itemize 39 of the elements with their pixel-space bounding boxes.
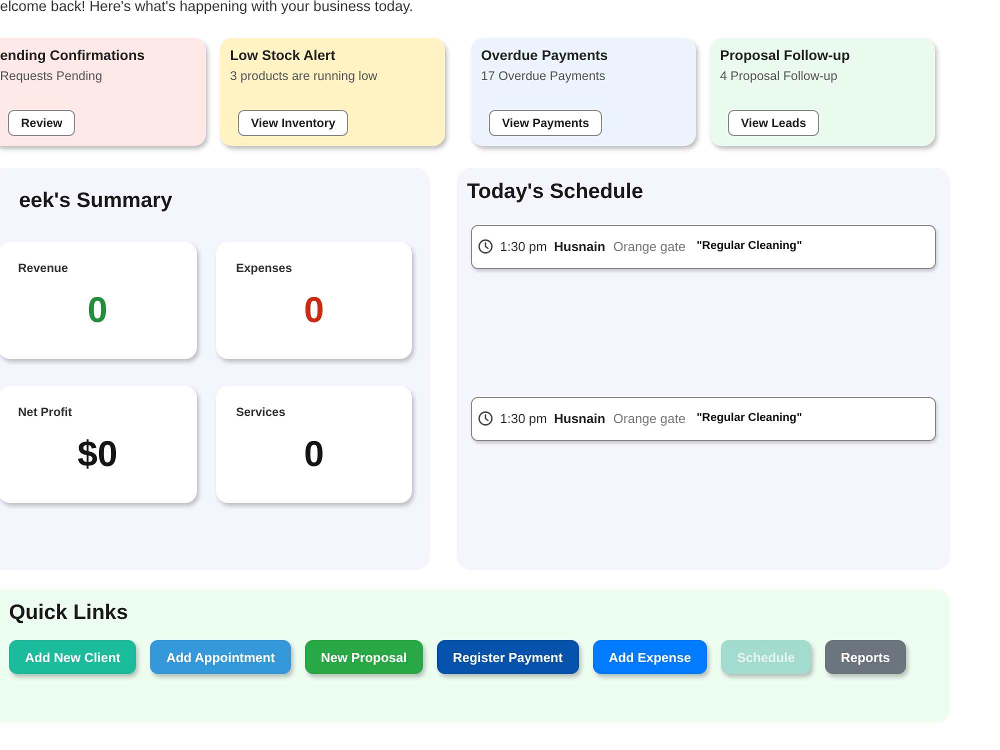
service-name: "Regular Cleaning" — [696, 240, 802, 252]
quick-link-button[interactable]: Add Expense — [592, 640, 708, 674]
stat-label: Net Profit — [18, 405, 72, 419]
clock-icon — [478, 238, 493, 254]
appointment-card[interactable]: 1:30 pm Husnain Orange gate "Regular Cleaning" — [471, 397, 936, 441]
appointment-time: 1:30 pm — [500, 410, 547, 426]
stat-label: Revenue — [18, 261, 68, 275]
card-action-button[interactable]: Review — [8, 110, 76, 136]
appointment-time: 1:30 pm — [500, 238, 547, 254]
quick-link-button[interactable]: Reports — [824, 640, 906, 674]
panel-title: Today's Schedule — [467, 179, 644, 205]
card-title: Proposal Follow-up — [720, 47, 850, 64]
client-name: Husnain — [554, 410, 606, 426]
service-name: "Regular Cleaning" — [696, 412, 802, 424]
stat-value: 0 — [87, 289, 108, 331]
panel-title: Quick Links — [9, 600, 128, 626]
card-action-button[interactable]: View Payments — [489, 110, 602, 136]
panel-title: eek's Summary — [19, 188, 172, 214]
card-subtitle: 3 products are running low — [230, 69, 378, 84]
card-title: Overdue Payments — [481, 47, 608, 64]
appointment-card[interactable]: 1:30 pm Husnain Orange gate "Regular Cleaning" — [471, 225, 936, 269]
stat-label: Expenses — [236, 261, 292, 275]
quick-link-button[interactable]: Register Payment — [436, 640, 579, 674]
location-text: Orange gate — [613, 410, 686, 426]
stat-value: $0 — [77, 433, 118, 475]
stat-label: Services — [236, 405, 286, 419]
card-subtitle: 4 Proposal Follow-up — [720, 69, 838, 84]
card-action-button[interactable]: View Leads — [728, 110, 820, 136]
card-title: ending Confirmations — [0, 47, 145, 64]
card-subtitle: Requests Pending — [0, 69, 102, 84]
card-action-button[interactable]: View Inventory — [238, 110, 348, 136]
stat-value: 0 — [304, 433, 324, 475]
welcome-text: elcome back! Here's what's happening with your business today. — [0, 0, 414, 15]
card-subtitle: 17 Overdue Payments — [481, 69, 606, 84]
stat-value: 0 — [304, 289, 324, 331]
card-title: Low Stock Alert — [230, 47, 336, 64]
clock-icon — [478, 410, 493, 426]
location-text: Orange gate — [613, 238, 686, 254]
client-name: Husnain — [554, 238, 606, 254]
